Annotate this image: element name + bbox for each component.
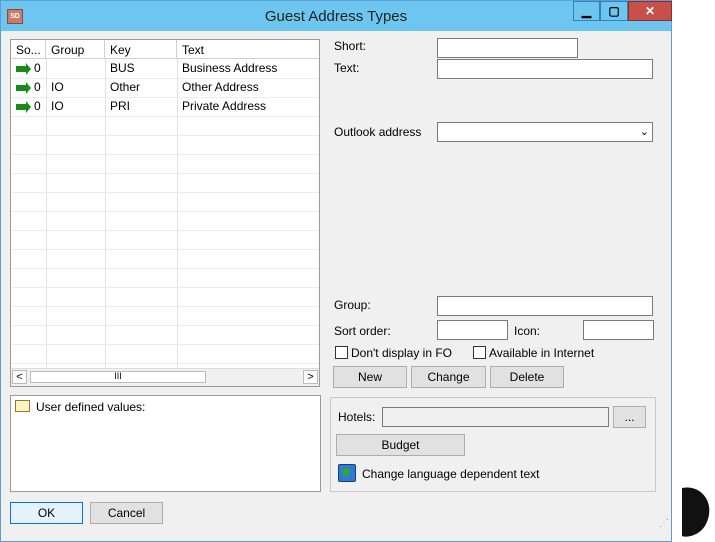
cell-key[interactable]: Other: [105, 78, 140, 97]
chevron-down-icon[interactable]: ⌄: [640, 125, 649, 138]
change-language-label[interactable]: Change language dependent text: [362, 467, 540, 481]
cancel-button[interactable]: Cancel: [90, 502, 163, 524]
cell-sort[interactable]: 0: [29, 59, 41, 78]
sort-order-label: Sort order:: [334, 324, 391, 338]
group-input[interactable]: [437, 296, 653, 316]
cell-key[interactable]: PRI: [105, 97, 130, 116]
user-defined-values-panel[interactable]: User defined values:: [10, 395, 321, 492]
row-pointer-arrow-icon: [16, 101, 31, 113]
grid-row-line: [11, 249, 319, 250]
scroll-left-button[interactable]: <: [12, 370, 27, 384]
scroll-right-button[interactable]: >: [303, 370, 318, 384]
window-title: Guest Address Types: [264, 8, 408, 25]
icon-label: Icon:: [514, 324, 541, 338]
grid-row-line: [11, 287, 319, 288]
column-header-sort[interactable]: So...: [11, 40, 46, 59]
background-deco: [682, 487, 710, 537]
hotels-input[interactable]: [382, 407, 609, 427]
cell-sort[interactable]: 0: [29, 78, 41, 97]
grid-row-line: [11, 268, 319, 269]
grid-row-line: [11, 192, 319, 193]
address-types-grid[interactable]: So... Group Key Text 0 BUS Business Addr…: [10, 39, 320, 387]
grid-row-line: [11, 363, 319, 364]
grid-row-line: [11, 306, 319, 307]
close-button[interactable]: ✕: [628, 1, 672, 21]
cell-key[interactable]: BUS: [105, 59, 135, 78]
available-internet-label: Available in Internet: [489, 346, 595, 360]
short-label: Short:: [334, 39, 367, 53]
grid-row-line: [11, 325, 319, 326]
minimize-button[interactable]: ▁: [573, 1, 600, 21]
resize-grip-icon[interactable]: ⋰: [659, 518, 669, 532]
short-input[interactable]: [437, 38, 578, 58]
background-shape: [682, 487, 710, 537]
dont-display-fo-checkbox[interactable]: [335, 346, 348, 359]
title-bar[interactable]: SD Guest Address Types ▁ ▢ ✕: [1, 1, 672, 31]
group-label: Group:: [334, 298, 371, 312]
outlook-address-label: Outlook address: [334, 125, 422, 139]
text-input[interactable]: [437, 59, 653, 79]
cell-text[interactable]: Business Address: [177, 59, 277, 78]
sort-order-input[interactable]: [437, 320, 508, 340]
icon-input[interactable]: [583, 320, 654, 340]
hotels-label: Hotels:: [338, 410, 376, 424]
row-pointer-arrow-icon: [16, 82, 31, 94]
maximize-button[interactable]: ▢: [600, 1, 628, 21]
grid-row-line: [11, 344, 319, 345]
grid-row-line: [11, 230, 319, 231]
outlook-address-select[interactable]: ⌄: [437, 122, 653, 142]
column-header-text[interactable]: Text: [177, 40, 319, 59]
grid-row-line: [11, 154, 319, 155]
dont-display-fo-label: Don't display in FO: [351, 346, 452, 360]
column-header-key[interactable]: Key: [105, 40, 177, 59]
grid-row-line: [11, 211, 319, 212]
cell-group[interactable]: [46, 59, 51, 78]
dialog-window: SD Guest Address Types ▁ ▢ ✕ So... Group…: [0, 0, 672, 542]
cell-group[interactable]: IO: [46, 78, 64, 97]
text-label: Text:: [334, 61, 360, 75]
delete-button[interactable]: Delete: [490, 366, 564, 388]
cell-sort[interactable]: 0: [29, 97, 41, 116]
cell-group[interactable]: IO: [46, 97, 64, 116]
grid-row-line: [11, 135, 319, 136]
grid-row-line: [11, 173, 319, 174]
horizontal-scrollbar[interactable]: < III >: [11, 368, 319, 386]
cell-text[interactable]: Other Address: [177, 78, 259, 97]
budget-button[interactable]: Budget: [336, 434, 465, 456]
hotels-browse-button[interactable]: ...: [613, 406, 646, 428]
available-internet-checkbox[interactable]: [473, 346, 486, 359]
scroll-thumb[interactable]: III: [30, 371, 206, 383]
cell-text[interactable]: Private Address: [177, 97, 266, 116]
column-header-group[interactable]: Group: [46, 40, 105, 59]
grid-row-line: [11, 116, 319, 117]
globe-icon[interactable]: [338, 464, 356, 482]
new-button[interactable]: New: [333, 366, 407, 388]
user-defined-values-label: User defined values:: [36, 400, 146, 414]
notes-icon: [15, 400, 30, 412]
row-pointer-arrow-icon: [16, 63, 31, 75]
change-button[interactable]: Change: [411, 366, 486, 388]
ok-button[interactable]: OK: [10, 502, 83, 524]
